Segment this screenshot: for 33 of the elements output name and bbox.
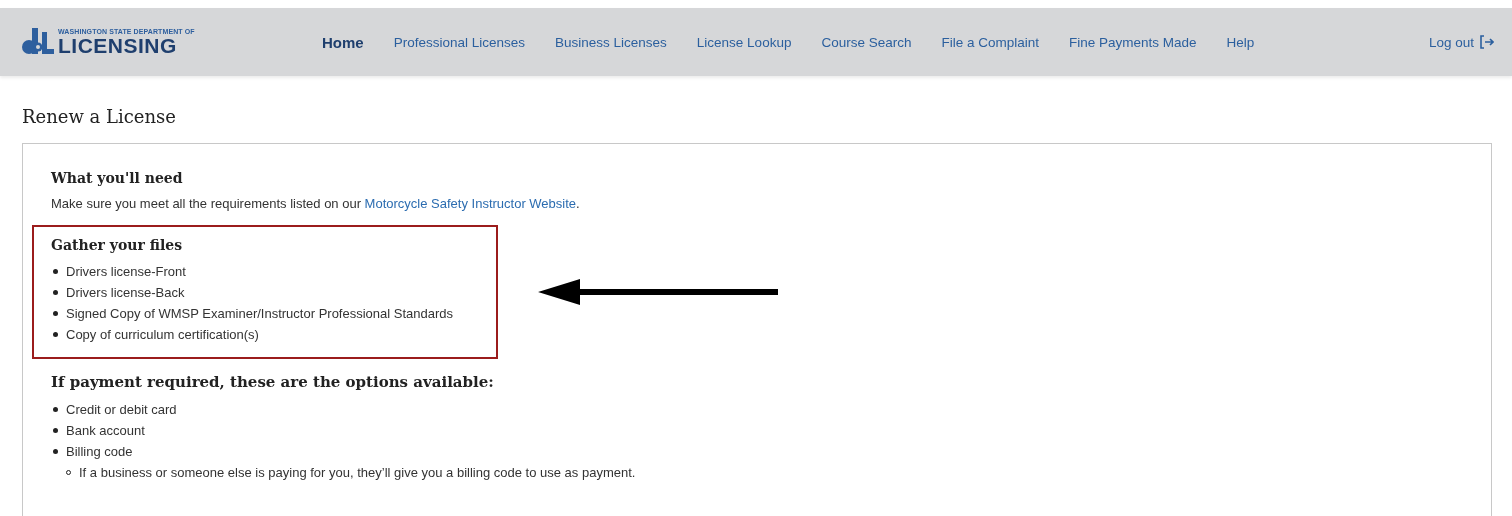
nav-link[interactable]: Professional Licenses [393, 34, 525, 50]
bullet-icon [53, 311, 58, 316]
website-link[interactable]: Motorcycle Safety Instructor Website [364, 196, 577, 211]
nav-link[interactable]: File a Complaint [941, 34, 1039, 50]
intro-text: Make sure you meet all the requirements listed on our Motorcycle Safety Instructor Website. [51, 196, 581, 211]
list-item-text: Credit or debit card [66, 402, 177, 417]
nav-link[interactable]: Help [1226, 34, 1255, 50]
logo-icon [22, 28, 54, 56]
logout-icon [1480, 35, 1494, 49]
bullet-icon [53, 428, 58, 433]
nav-link[interactable]: Fine Payments Made [1069, 34, 1197, 50]
list-item-text: Billing code [66, 444, 133, 459]
logo-wordmark: LICENSING [58, 35, 178, 56]
nav-link[interactable]: License Lookup [696, 34, 792, 50]
bullet-icon [53, 449, 58, 454]
list-item-text: If a business or someone else is paying for you, they’ll give you a billing code to use as payment. [79, 465, 636, 480]
list-item-text: Bank account [66, 423, 145, 438]
page-title: Renew a License [22, 106, 177, 127]
list-item-text: Drivers license-Back [66, 285, 185, 300]
bullet-icon [53, 332, 58, 337]
bullet-icon [53, 407, 58, 412]
nav-link[interactable]: Course Search [821, 34, 912, 50]
section-heading: What you'll need [51, 170, 184, 186]
list-item-text: Drivers license-Front [66, 264, 186, 279]
section-heading: Gather your files [51, 237, 184, 253]
logout-link[interactable]: Log out [1428, 34, 1494, 50]
bullet-icon [53, 290, 58, 295]
nav-link[interactable]: Home [322, 33, 364, 51]
section-heading: If payment required, these are the options available: [51, 373, 495, 391]
nav-link[interactable]: Business Licenses [555, 34, 667, 50]
list-item-text: Signed Copy of WMSP Examiner/Instructor Professional Standards [66, 306, 454, 321]
bullet-icon [53, 269, 58, 274]
list-item-text: Copy of curriculum certification(s) [66, 327, 259, 342]
